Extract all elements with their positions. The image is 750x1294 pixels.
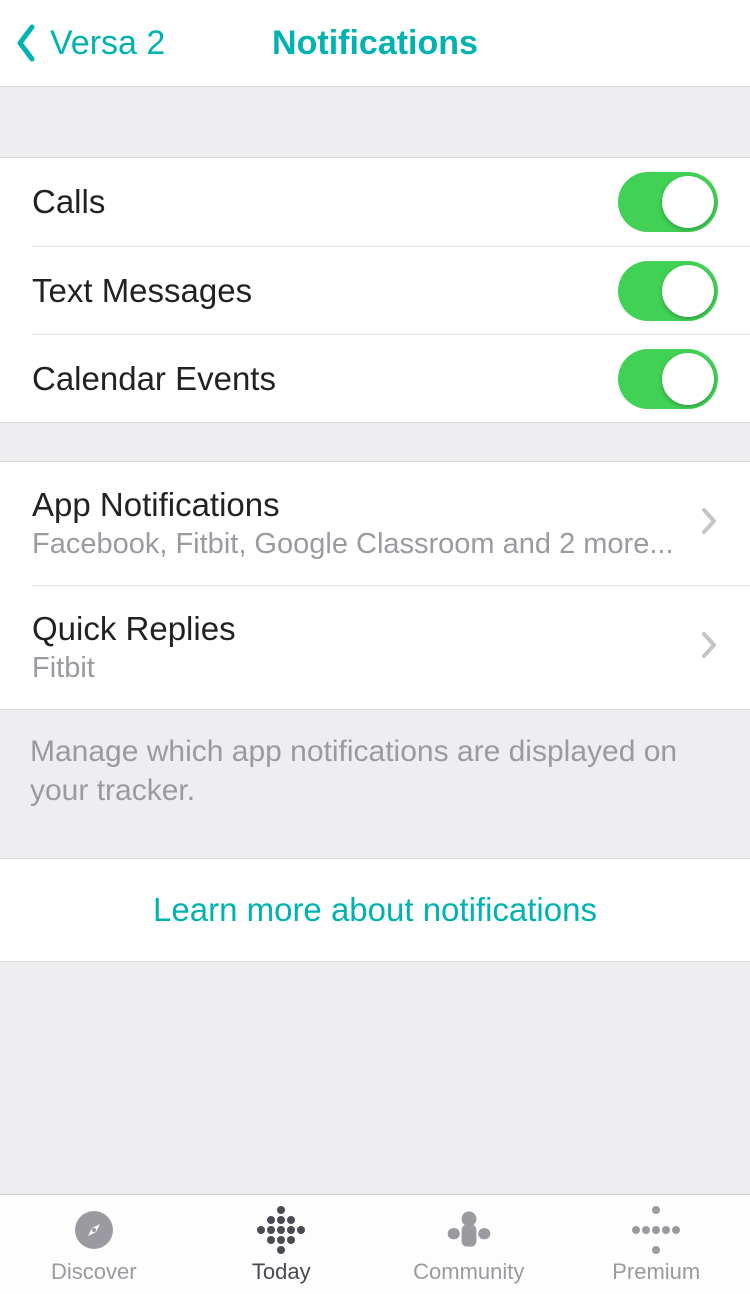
tab-bar: Discover Today Community: [0, 1194, 750, 1294]
row-quick-replies[interactable]: Quick Replies Fitbit: [32, 585, 750, 709]
toggle-group: Calls Text Messages Calendar Events: [0, 157, 750, 423]
premium-dots-icon: [631, 1205, 681, 1255]
app-notifications-title: App Notifications: [32, 486, 684, 524]
tab-premium-label: Premium: [612, 1259, 700, 1285]
spacer: [0, 810, 750, 858]
nav-group: App Notifications Facebook, Fitbit, Goog…: [0, 461, 750, 710]
spacer: [0, 87, 750, 157]
back-button[interactable]: Versa 2: [0, 23, 165, 63]
row-calls-label: Calls: [32, 183, 105, 221]
toggle-texts[interactable]: [618, 261, 718, 321]
quick-replies-title: Quick Replies: [32, 610, 684, 648]
row-texts-label: Text Messages: [32, 272, 252, 310]
tab-community-label: Community: [413, 1259, 524, 1285]
today-dots-icon: [256, 1205, 306, 1255]
tab-discover[interactable]: Discover: [0, 1195, 188, 1294]
tab-premium[interactable]: Premium: [563, 1195, 750, 1294]
row-texts: Text Messages: [32, 246, 750, 334]
header: Versa 2 Notifications: [0, 0, 750, 87]
learn-more-row[interactable]: Learn more about notifications: [0, 858, 750, 962]
community-icon: [444, 1205, 494, 1255]
row-calendar-label: Calendar Events: [32, 360, 276, 398]
row-calls: Calls: [0, 158, 750, 246]
tab-today-label: Today: [252, 1259, 311, 1285]
chevron-right-icon: [700, 506, 718, 541]
chevron-right-icon: [700, 630, 718, 665]
row-app-notifications[interactable]: App Notifications Facebook, Fitbit, Goog…: [0, 462, 750, 585]
back-label: Versa 2: [50, 24, 165, 63]
section-footer-text: Manage which app notifications are displ…: [0, 710, 750, 810]
chevron-left-icon: [14, 23, 36, 63]
tab-today[interactable]: Today: [188, 1195, 376, 1294]
tab-community[interactable]: Community: [375, 1195, 563, 1294]
row-calendar: Calendar Events: [32, 334, 750, 422]
spacer: [0, 423, 750, 461]
quick-replies-subtitle: Fitbit: [32, 652, 684, 685]
toggle-calendar[interactable]: [618, 349, 718, 409]
toggle-calls[interactable]: [618, 172, 718, 232]
compass-icon: [69, 1205, 119, 1255]
learn-more-link[interactable]: Learn more about notifications: [153, 891, 597, 928]
app-notifications-subtitle: Facebook, Fitbit, Google Classroom and 2…: [32, 528, 684, 561]
tab-discover-label: Discover: [51, 1259, 137, 1285]
